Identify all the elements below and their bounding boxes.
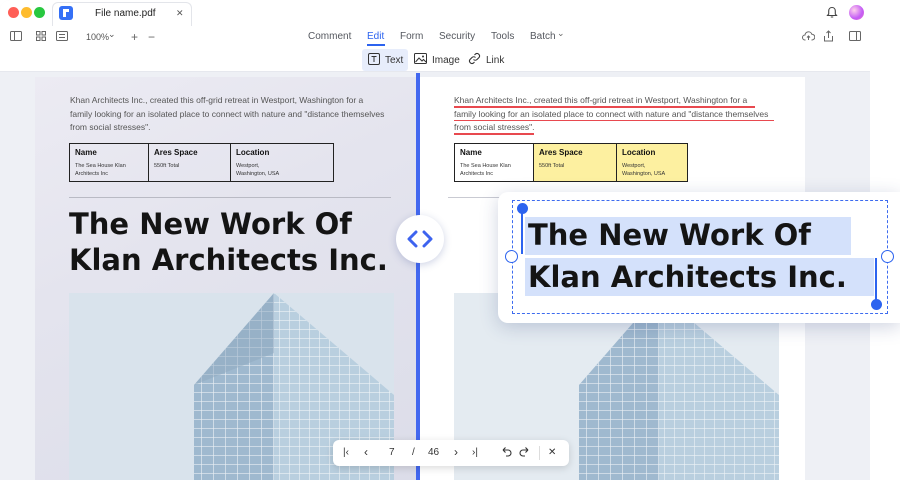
bell-icon[interactable] <box>826 6 838 24</box>
resize-handle-left[interactable] <box>505 250 518 263</box>
image-tool-button[interactable]: Image <box>408 49 462 71</box>
tab-close-icon[interactable]: ✕ <box>176 8 184 19</box>
table-header: Name <box>460 148 482 157</box>
table-header: Location <box>622 148 656 157</box>
table-value: 550ft Total <box>539 163 565 169</box>
sidebar-toggle-icon[interactable] <box>10 31 22 44</box>
image-tool-icon <box>414 53 427 67</box>
table-value: 550ft Total <box>154 163 180 169</box>
edited-info-table[interactable]: Name The Sea House Klan Architects Inc A… <box>454 143 688 182</box>
compare-divider[interactable] <box>416 73 420 480</box>
selection-end-cursor[interactable] <box>875 258 877 304</box>
first-page-button[interactable]: |‹ <box>343 447 349 459</box>
tab-title: File name.pdf <box>95 8 156 19</box>
right-panel-toggle-icon[interactable] <box>849 31 861 44</box>
table-cell-area-highlighted: Ares Space 550ft Total <box>534 144 617 181</box>
table-value: Architects Inc <box>75 171 109 177</box>
edited-intro-line: from social stresses". <box>454 121 784 135</box>
edited-intro-line-text: Khan Architects Inc., created this off-g… <box>454 95 748 105</box>
table-value: The Sea House Klan <box>75 163 126 169</box>
text-tool-icon <box>368 52 380 68</box>
zoom-level[interactable]: 100% <box>86 32 109 42</box>
selection-end-handle[interactable] <box>871 299 882 310</box>
table-cell-location: Location Westport, Washington, USA <box>231 144 333 181</box>
original-intro-line: from social stresses". <box>70 122 151 132</box>
prev-page-button[interactable]: ‹ <box>364 446 368 458</box>
edited-intro-line: family looking for an isolated place to … <box>454 108 784 121</box>
redo-icon[interactable] <box>519 445 531 461</box>
title-bar: File name.pdf ✕ <box>0 0 870 26</box>
table-value: The Sea House Klan <box>460 163 511 169</box>
headline-line: The New Work Of <box>69 207 352 241</box>
text-tool-label: Text <box>385 54 404 66</box>
table-value: Westport, <box>236 163 260 169</box>
menu-edit[interactable]: Edit <box>367 31 384 42</box>
edited-intro-line-text: from social stresses". <box>454 122 535 132</box>
underline-mark <box>454 133 534 135</box>
link-tool-button[interactable]: Link <box>462 49 506 71</box>
original-intro-line: Khan Architects Inc., created this off-g… <box>70 95 364 105</box>
link-tool-icon <box>468 52 481 68</box>
zoom-out-button[interactable]: − <box>148 30 155 44</box>
table-value: Architects Inc <box>460 171 494 177</box>
table-value: Westport, <box>622 163 646 169</box>
selection-start-handle[interactable] <box>517 203 528 214</box>
drag-arrows-icon <box>407 230 433 253</box>
thumbnail-grid-icon[interactable] <box>36 31 46 44</box>
original-intro-text[interactable]: Khan Architects Inc., created this off-g… <box>70 94 400 135</box>
compare-slider-handle[interactable] <box>396 215 444 263</box>
menu-comment[interactable]: Comment <box>308 31 351 42</box>
menu-form[interactable]: Form <box>400 31 423 42</box>
table-cell-location-highlighted: Location Westport, Washington, USA <box>617 144 687 181</box>
table-cell-area: Ares Space 550ft Total <box>149 144 231 181</box>
section-rule <box>69 197 391 198</box>
text-tool-button[interactable]: Text <box>362 49 408 71</box>
table-cell-name: Name The Sea House Klan Architects Inc <box>70 144 149 181</box>
share-icon[interactable] <box>823 30 834 45</box>
undo-icon[interactable] <box>500 445 512 461</box>
page-separator: / <box>412 447 415 458</box>
table-header: Name <box>75 148 97 157</box>
current-page-input[interactable]: 7 <box>389 447 395 459</box>
resize-handle-right[interactable] <box>881 250 894 263</box>
maximize-window-button[interactable] <box>34 7 45 18</box>
avatar[interactable] <box>849 5 864 20</box>
headline-line: Klan Architects Inc. <box>69 243 388 277</box>
app-logo-icon <box>59 6 73 20</box>
close-window-button[interactable] <box>8 7 19 18</box>
page-navigator: |‹ ‹ 7 / 46 › ›| ✕ <box>333 440 569 466</box>
table-header: Ares Space <box>154 148 198 157</box>
total-pages: 46 <box>428 447 440 458</box>
text-selection-box[interactable] <box>512 200 888 314</box>
last-page-button[interactable]: ›| <box>472 447 478 459</box>
close-navigator-icon[interactable]: ✕ <box>548 447 556 459</box>
cloud-upload-icon[interactable] <box>802 31 816 44</box>
zoom-dropdown-icon[interactable]: ⌄ <box>108 29 116 40</box>
zoom-in-button[interactable]: + <box>131 30 138 44</box>
active-menu-underline <box>367 44 385 46</box>
link-tool-label: Link <box>486 54 505 66</box>
batch-dropdown-icon[interactable]: ⌄ <box>557 28 565 39</box>
table-value: Washington, USA <box>236 171 280 177</box>
image-tool-label: Image <box>432 54 460 66</box>
pager-divider <box>539 446 540 460</box>
edited-intro-line: Khan Architects Inc., created this off-g… <box>454 94 784 108</box>
table-value: Washington, USA <box>622 171 666 177</box>
table-header: Ares Space <box>539 148 583 157</box>
original-info-table[interactable]: Name The Sea House Klan Architects Inc A… <box>69 143 334 182</box>
edited-intro-line-text: family looking for an isolated place to … <box>454 108 769 119</box>
menu-batch[interactable]: Batch <box>530 31 556 42</box>
menu-tools[interactable]: Tools <box>491 31 514 42</box>
original-headline[interactable]: The New Work Of Klan Architects Inc. <box>69 206 414 278</box>
page-view-icon[interactable] <box>56 31 68 44</box>
menu-security[interactable]: Security <box>439 31 475 42</box>
next-page-button[interactable]: › <box>454 446 458 458</box>
minimize-window-button[interactable] <box>21 7 32 18</box>
table-header: Location <box>236 148 270 157</box>
original-intro-line: family looking for an isolated place to … <box>70 108 385 119</box>
edited-intro-text[interactable]: Khan Architects Inc., created this off-g… <box>454 94 784 135</box>
selection-start-cursor[interactable] <box>521 208 523 254</box>
table-cell-name: Name The Sea House Klan Architects Inc <box>455 144 534 181</box>
